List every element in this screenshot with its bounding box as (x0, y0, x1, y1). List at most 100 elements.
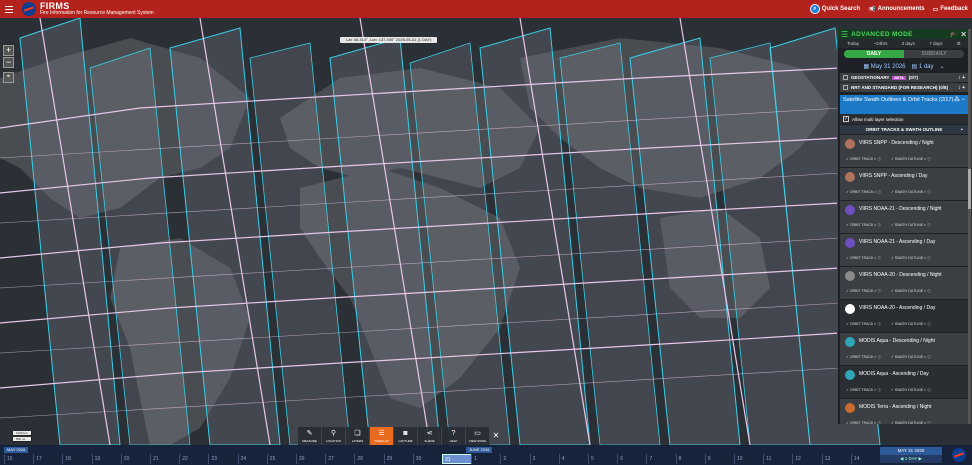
view-mode-button[interactable]: ▭ VIEW MODE (466, 427, 490, 445)
capture-button[interactable]: ◙ CAPTURE (394, 427, 418, 445)
orbit-item[interactable]: VIIRS SNPP - Ascending / Day ✓ ORBIT TRAC… (840, 168, 968, 200)
timeline-day[interactable]: 21 (150, 454, 159, 464)
expand-arrows-icon[interactable]: ↕ + (958, 75, 965, 81)
timeline-day[interactable]: 10 (734, 454, 743, 464)
toggle-daily[interactable]: DAILY (844, 50, 904, 58)
orbit-track-toggle[interactable]: ✓ ORBIT TRACK ◐ ⓘ (846, 355, 881, 360)
daily-subdaily-toggle[interactable]: DAILY SUBDAILY (844, 50, 964, 58)
category-geostationary[interactable]: GEOSTATIONARY BETA (0/7) ↕ + (840, 73, 968, 82)
swath-outline-toggle[interactable]: ✓ SWATH OUTLINE ◐ ⓘ (891, 190, 931, 195)
timeline-day[interactable]: 27 (325, 454, 334, 464)
share-button[interactable]: ⋖ SHARE (418, 427, 442, 445)
orbit-item[interactable]: MODIS Aqua - Descending / Night ✓ ORBIT T… (840, 333, 968, 365)
feedback-button[interactable]: ▭ Feedback (933, 6, 968, 13)
panel-scrollbar[interactable] (968, 29, 971, 424)
timeline-day[interactable]: 1 (471, 454, 477, 464)
map-view[interactable]: Lat: 46.314°, Lon: 137.400° 2026-05-31 (… (0, 18, 972, 445)
multi-select-row[interactable]: ✓ Allow multi layer selection (840, 114, 968, 124)
close-panel-icon[interactable]: ✕ (960, 30, 967, 39)
orbit-track-toggle[interactable]: ✓ ORBIT TRACK ◐ ⓘ (846, 157, 881, 162)
orbit-item[interactable]: MODIS Aqua - Ascending / Day ✓ ORBIT TRAC… (840, 366, 968, 398)
swath-outline-toggle[interactable]: ✓ SWATH OUTLINE ◐ ⓘ (891, 157, 931, 162)
orbit-section-header[interactable]: ORBIT TRACKS & SWATH OUTLINE ⌄ (840, 125, 968, 134)
measure-button[interactable]: ✎ MEASURE (298, 427, 322, 445)
timeflap-button[interactable]: ☰ TIMEFLAP (370, 427, 394, 445)
range-7days[interactable]: 7 days (929, 41, 942, 46)
swath-outline-toggle[interactable]: ✓ SWATH OUTLINE ◐ ⓘ (891, 256, 931, 261)
expand-arrows-icon[interactable]: ↕ + (958, 85, 965, 91)
nasa-logo[interactable] (22, 2, 36, 16)
timeline-day[interactable]: 7 (646, 454, 652, 464)
timeline-day[interactable]: 28 (354, 454, 363, 464)
orbit-item[interactable]: VIIRS NOAA-21 - Descending / Night ✓ ORBI… (840, 201, 968, 233)
period-picker[interactable]: ▤ 1 day (911, 63, 933, 70)
timeline-date-box[interactable]: MAY 31 2026 ◀ 1 DAY ▶ (880, 447, 942, 463)
orbit-track-toggle[interactable]: ✓ ORBIT TRACK ◐ ⓘ (846, 421, 881, 424)
timeline-day[interactable]: 23 (208, 454, 217, 464)
locate-pin-icon[interactable]: ⌖ (3, 72, 14, 83)
hamburger-menu-icon[interactable] (2, 0, 16, 18)
timeline-bar[interactable]: MAY 2026 JUNE 2026 16 17 18 19 20 21 22 23 24 25 2… (0, 445, 972, 465)
settings-gear-icon[interactable]: ⚙ (957, 41, 961, 47)
timeline-day[interactable]: 17 (33, 454, 42, 464)
orbit-track-toggle[interactable]: ✓ ORBIT TRACK ◐ ⓘ (846, 322, 881, 327)
orbit-track-toggle[interactable]: ✓ ORBIT TRACK ◐ ⓘ (846, 289, 881, 294)
selected-layer-swath[interactable]: Satellite Swath Outlines & Orbit Tracks … (840, 95, 968, 114)
announcements-button[interactable]: 📢 Announcements (868, 6, 925, 13)
swath-outline-toggle[interactable]: ✓ SWATH OUTLINE ◐ ⓘ (891, 223, 931, 228)
timeline-day[interactable]: 9 (704, 454, 711, 464)
toggle-subdaily[interactable]: SUBDAILY (904, 50, 964, 58)
timeline-day[interactable]: 3 (529, 454, 535, 464)
orbit-track-toggle[interactable]: ✓ ORBIT TRACK ◐ ⓘ (846, 223, 881, 228)
date-picker[interactable]: ▦ May 31 2026 (863, 63, 905, 70)
timeline-day[interactable]: 24 (237, 454, 246, 464)
location-button[interactable]: ⚲ LOCATION (322, 427, 346, 445)
layer-settings-icon[interactable]: ⁂ − (954, 97, 965, 103)
timeline-day[interactable]: 20 (120, 454, 129, 464)
timeline-day[interactable]: 2 (500, 454, 506, 464)
range-24hrs[interactable]: ~24hrs (873, 41, 887, 46)
quick-search-button[interactable]: ⌕ Quick Search (809, 4, 860, 14)
panel-menu-icon[interactable]: ☰ (841, 30, 848, 39)
timeline-day[interactable]: 29 (383, 454, 392, 464)
timeline-day[interactable]: 11 (763, 454, 771, 464)
orbit-track-toggle[interactable]: ✓ ORBIT TRACK ◐ ⓘ (846, 256, 881, 261)
graduation-cap-icon[interactable]: 🎓 (950, 31, 957, 38)
swath-outline-toggle[interactable]: ✓ SWATH OUTLINE ◐ ⓘ (891, 289, 931, 294)
timeline-day[interactable]: 4 (558, 454, 565, 464)
timeline-day[interactable]: 16 (4, 454, 13, 464)
range-selector[interactable]: ◀ 1 DAY ▶ (880, 455, 942, 463)
scrollbar-thumb[interactable] (968, 169, 971, 209)
timeline-day[interactable]: 6 (617, 454, 623, 464)
chevron-down-icon[interactable]: ⌄ (940, 63, 945, 70)
zoom-out-button[interactable]: − (3, 57, 14, 68)
timeline-day[interactable]: 18 (62, 454, 71, 464)
timeline-day[interactable]: 30 (412, 454, 421, 464)
timeline-day[interactable]: 13 (821, 454, 830, 464)
timeline-day[interactable]: 26 (296, 454, 305, 464)
orbit-item[interactable]: VIIRS NOAA-20 - Descending / Night ✓ ORBI… (840, 267, 968, 299)
close-toolbar-icon[interactable]: ✕ (490, 427, 502, 445)
orbit-track-toggle[interactable]: ✓ ORBIT TRACK ◐ ⓘ (846, 388, 881, 393)
orbit-track-toggle[interactable]: ✓ ORBIT TRACK ◐ ⓘ (846, 190, 881, 195)
orbit-item[interactable]: VIIRS SNPP - Descending / Night ✓ ORBIT T… (840, 135, 968, 167)
timeline-day[interactable]: 25 (266, 454, 275, 464)
timeline-day[interactable]: 12 (792, 454, 801, 464)
timeline-day[interactable]: 14 (850, 454, 859, 464)
zoom-in-button[interactable]: + (3, 45, 14, 56)
swath-outline-toggle[interactable]: ✓ SWATH OUTLINE ◐ ⓘ (891, 322, 931, 327)
timeline-day[interactable]: 22 (179, 454, 188, 464)
orbit-item[interactable]: VIIRS NOAA-21 - Ascending / Day ✓ ORBIT T… (840, 234, 968, 266)
multi-select-checkbox[interactable]: ✓ (843, 116, 849, 122)
category-checkbox[interactable] (843, 75, 848, 80)
orbit-item[interactable]: VIIRS NOAA-20 - Ascending / Day ✓ ORBIT T… (840, 300, 968, 332)
timeline-day[interactable]: 31 (442, 454, 472, 464)
category-checkbox[interactable] (843, 85, 848, 90)
swath-outline-toggle[interactable]: ✓ SWATH OUTLINE ◐ ⓘ (891, 355, 931, 360)
swath-outline-toggle[interactable]: ✓ SWATH OUTLINE ◐ ⓘ (891, 421, 931, 424)
timeline-day[interactable]: 5 (588, 454, 594, 464)
range-3days[interactable]: 3 days (902, 41, 915, 46)
help-button[interactable]: ? HELP (442, 427, 466, 445)
timeline-day[interactable]: 19 (91, 454, 100, 464)
category-nrt-standard[interactable]: NRT AND STANDARD (FOR RESEARCH) (0/8) ↕ … (840, 83, 968, 92)
